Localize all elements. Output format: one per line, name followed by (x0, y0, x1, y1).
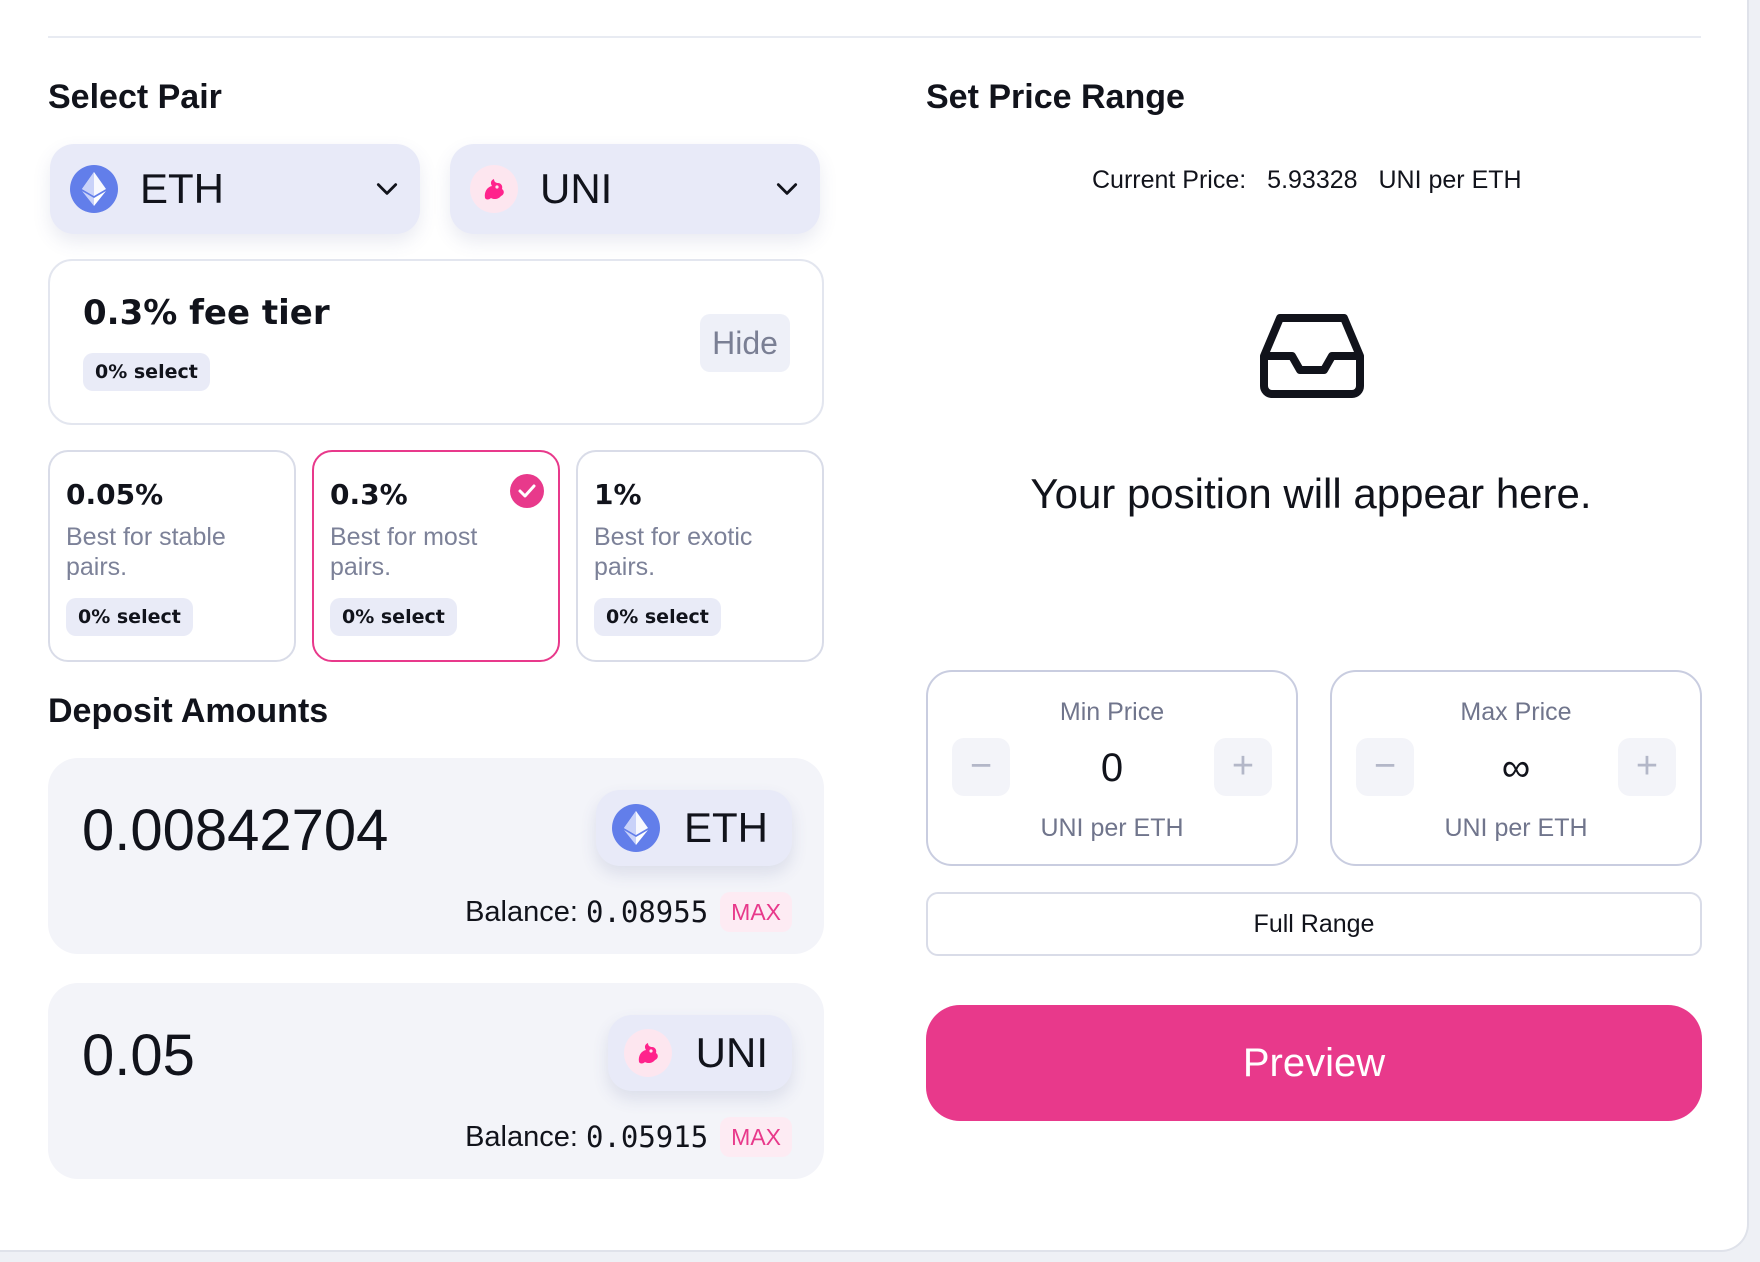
chevron-down-icon (376, 183, 398, 195)
eth-max-button[interactable]: MAX (720, 892, 792, 932)
inbox-icon (1260, 314, 1364, 398)
fee-tier-badge: 0% select (66, 598, 193, 636)
fee-tier-option-1[interactable]: 1% Best for exotic pairs. 0% select (576, 450, 824, 662)
min-price-increment-button[interactable]: + (1214, 738, 1272, 796)
check-icon (510, 474, 544, 508)
deposit-uni-box: UNI Balance: 0.05915 MAX (48, 983, 824, 1179)
max-price-increment-button[interactable]: + (1618, 738, 1676, 796)
fee-tier-desc: Best for most pairs. (330, 523, 478, 581)
eth-amount-input[interactable] (82, 794, 562, 866)
uni-logo-icon (623, 1029, 672, 1077)
min-price-label: Min Price (1059, 698, 1165, 726)
fee-tier-desc: Best for exotic pairs. (594, 523, 753, 581)
fee-tier-title: 0.3% fee tier (83, 293, 330, 333)
add-liquidity-card: Select Pair ETH UNI 0.3% fee tier 0% sel… (0, 0, 1749, 1252)
token-a-select[interactable]: ETH (50, 144, 420, 234)
chevron-down-icon (776, 183, 798, 195)
eth-token-chip[interactable]: ETH (596, 790, 792, 866)
eth-logo-icon (612, 804, 660, 852)
current-price-unit: UNI per ETH (1378, 166, 1522, 194)
set-price-range-title: Set Price Range (926, 78, 1185, 116)
fee-tier-badge: 0% select (330, 598, 457, 636)
fee-tier-desc: Best for stable pairs. (66, 523, 226, 581)
current-price-label: Current Price: (1092, 166, 1247, 194)
deposit-eth-box: ETH Balance: 0.08955 MAX (48, 758, 824, 954)
uni-token-chip[interactable]: UNI (607, 1015, 792, 1091)
balance-label: Balance: (465, 895, 578, 928)
max-price-label: Max Price (1460, 698, 1572, 726)
uni-balance-row: Balance: 0.05915 MAX (465, 1117, 792, 1157)
max-price-card: Max Price − ∞ + UNI per ETH (1330, 670, 1702, 866)
min-price-card: Min Price − 0 + UNI per ETH (926, 670, 1298, 866)
divider (48, 36, 1701, 38)
token-b-select[interactable]: UNI (450, 144, 820, 234)
token-b-symbol: UNI (540, 165, 613, 212)
token-symbol: ETH (684, 804, 768, 851)
uni-amount-input[interactable] (82, 1019, 562, 1091)
min-price-unit: UNI per ETH (1040, 814, 1184, 842)
uni-balance-value: 0.05915 (585, 1120, 709, 1154)
current-price: Current Price: 5.93328 UNI per ETH (1092, 166, 1536, 195)
eth-balance-value: 0.08955 (585, 895, 709, 929)
fee-tier-option-0-3[interactable]: 0.3% Best for most pairs. 0% select (312, 450, 560, 662)
token-symbol: UNI (695, 1029, 768, 1076)
current-price-value: 5.93328 (1267, 166, 1358, 194)
deposit-amounts-title: Deposit Amounts (48, 692, 329, 730)
hide-fee-tiers-button[interactable]: Hide (700, 314, 790, 372)
full-range-button[interactable]: Full Range (926, 892, 1702, 956)
fee-tier-pct: 0.05% (66, 478, 164, 511)
uni-logo-icon (470, 165, 518, 213)
preview-button[interactable]: Preview (926, 1005, 1702, 1121)
uni-max-button[interactable]: MAX (720, 1117, 792, 1157)
fee-tier-summary: 0.3% fee tier 0% select Hide (48, 259, 824, 425)
eth-logo-icon (70, 165, 118, 213)
fee-tier-pct: 0.3% (330, 478, 408, 511)
select-pair-title: Select Pair (48, 78, 222, 116)
max-price-unit: UNI per ETH (1444, 814, 1588, 842)
fee-selection-badge: 0% select (83, 353, 210, 391)
eth-balance-row: Balance: 0.08955 MAX (465, 892, 792, 932)
fee-tier-badge: 0% select (594, 598, 721, 636)
token-a-symbol: ETH (140, 165, 224, 212)
fee-tier-pct: 1% (594, 478, 642, 511)
fee-tier-option-0-05[interactable]: 0.05% Best for stable pairs. 0% select (48, 450, 296, 662)
balance-label: Balance: (465, 1120, 578, 1153)
position-empty-message: Your position will appear here. (1030, 470, 1592, 517)
